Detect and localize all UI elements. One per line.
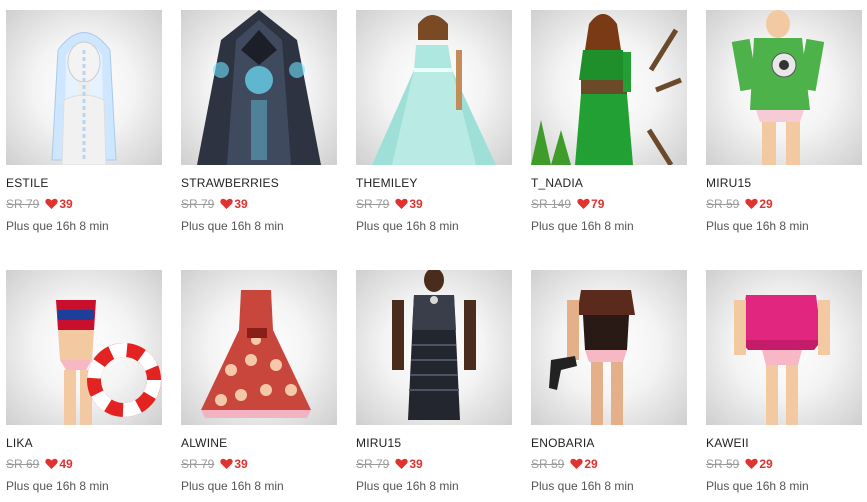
sale-price: 29 [759,457,773,471]
product-image[interactable] [356,10,512,165]
heart-icon [745,198,759,209]
product-card[interactable]: LIKA SR 69 49 Plus que 16h 8 min [0,260,162,500]
heart-icon [45,198,59,209]
heart-icon [395,458,409,469]
sale-price: 39 [234,197,248,211]
avatar-illustration [734,295,830,425]
avatar-illustration [531,14,682,165]
product-image[interactable] [6,10,162,165]
avatar-illustration [372,15,496,165]
product-card[interactable]: THEMILEY SR 79 39 Plus que 16h 8 min [350,0,512,240]
avatar-illustration [201,290,311,418]
heart-icon [745,458,759,469]
product-image[interactable] [356,270,512,425]
price-row: SR 79 39 [6,197,73,211]
price-row: SR 79 39 [356,197,423,211]
heart-icon [220,458,234,469]
product-card[interactable]: KAWEII SR 59 29 Plus que 16h 8 min [700,260,862,500]
avatar-illustration [51,32,117,165]
product-image[interactable] [181,270,337,425]
avatar-illustration [731,10,825,165]
old-price: SR 59 [531,457,565,471]
old-price: SR 69 [6,457,40,471]
product-card[interactable]: ALWINE SR 79 39 Plus que 16h 8 min [175,260,337,500]
old-price: SR 59 [706,457,740,471]
sale-price: 29 [584,457,598,471]
price-row: SR 79 39 [356,457,423,471]
product-name: ALWINE [181,436,228,450]
sale-price: 49 [59,457,73,471]
avatar-illustration [56,300,161,425]
old-price: SR 79 [181,197,215,211]
old-price: SR 79 [6,197,40,211]
price-row: SR 79 39 [181,197,248,211]
time-remaining: Plus que 16h 8 min [356,219,459,233]
time-remaining: Plus que 16h 8 min [356,479,459,493]
product-name: ENOBARIA [531,436,595,450]
heart-icon [220,198,234,209]
product-image[interactable] [706,270,862,425]
product-card[interactable]: T_NADIA SR 149 79 Plus que 16h 8 min [525,0,687,240]
product-card[interactable]: ENOBARIA SR 59 29 Plus que 16h 8 min [525,260,687,500]
product-card[interactable]: MIRU15 SR 59 29 Plus que 16h 8 min [700,0,862,240]
product-card[interactable]: STRAWBERRIES SR 79 39 Plus que 16h 8 min [175,0,337,240]
heart-icon [45,458,59,469]
price-row: SR 59 29 [531,457,598,471]
product-name: LIKA [6,436,33,450]
sale-price: 39 [409,457,423,471]
old-price: SR 149 [531,197,572,211]
price-row: SR 59 29 [706,197,773,211]
time-remaining: Plus que 16h 8 min [706,219,809,233]
price-row: SR 149 79 [531,197,604,211]
sale-price: 39 [234,457,248,471]
heart-icon [395,198,409,209]
price-row: SR 69 49 [6,457,73,471]
avatar-illustration [392,270,476,420]
heart-icon [577,198,590,209]
avatar-illustration [549,290,635,425]
sale-price: 79 [591,197,605,211]
old-price: SR 79 [356,457,390,471]
price-row: SR 79 39 [181,457,248,471]
product-image[interactable] [6,270,162,425]
product-grid: ESTILE SR 79 39 Plus que 16h 8 min STRAWB… [0,0,867,502]
old-price: SR 79 [356,197,390,211]
product-image[interactable] [531,270,687,425]
old-price: SR 59 [706,197,740,211]
time-remaining: Plus que 16h 8 min [6,219,109,233]
product-card[interactable]: MIRU15 SR 79 39 Plus que 16h 8 min [350,260,512,500]
product-name: T_NADIA [531,176,584,190]
time-remaining: Plus que 16h 8 min [181,219,284,233]
old-price: SR 79 [181,457,215,471]
sale-price: 29 [759,197,773,211]
product-name: MIRU15 [356,436,402,450]
sale-price: 39 [409,197,423,211]
time-remaining: Plus que 16h 8 min [181,479,284,493]
product-card[interactable]: ESTILE SR 79 39 Plus que 16h 8 min [0,0,162,240]
time-remaining: Plus que 16h 8 min [531,219,634,233]
product-name: MIRU15 [706,176,752,190]
time-remaining: Plus que 16h 8 min [6,479,109,493]
price-row: SR 59 29 [706,457,773,471]
sale-price: 39 [59,197,73,211]
product-image[interactable] [706,10,862,165]
time-remaining: Plus que 16h 8 min [531,479,634,493]
product-name: KAWEII [706,436,749,450]
product-image[interactable] [531,10,687,165]
product-name: ESTILE [6,176,49,190]
avatar-illustration [197,10,321,165]
time-remaining: Plus que 16h 8 min [706,479,809,493]
product-image[interactable] [181,10,337,165]
product-name: THEMILEY [356,176,418,190]
heart-icon [570,458,584,469]
product-name: STRAWBERRIES [181,176,279,190]
